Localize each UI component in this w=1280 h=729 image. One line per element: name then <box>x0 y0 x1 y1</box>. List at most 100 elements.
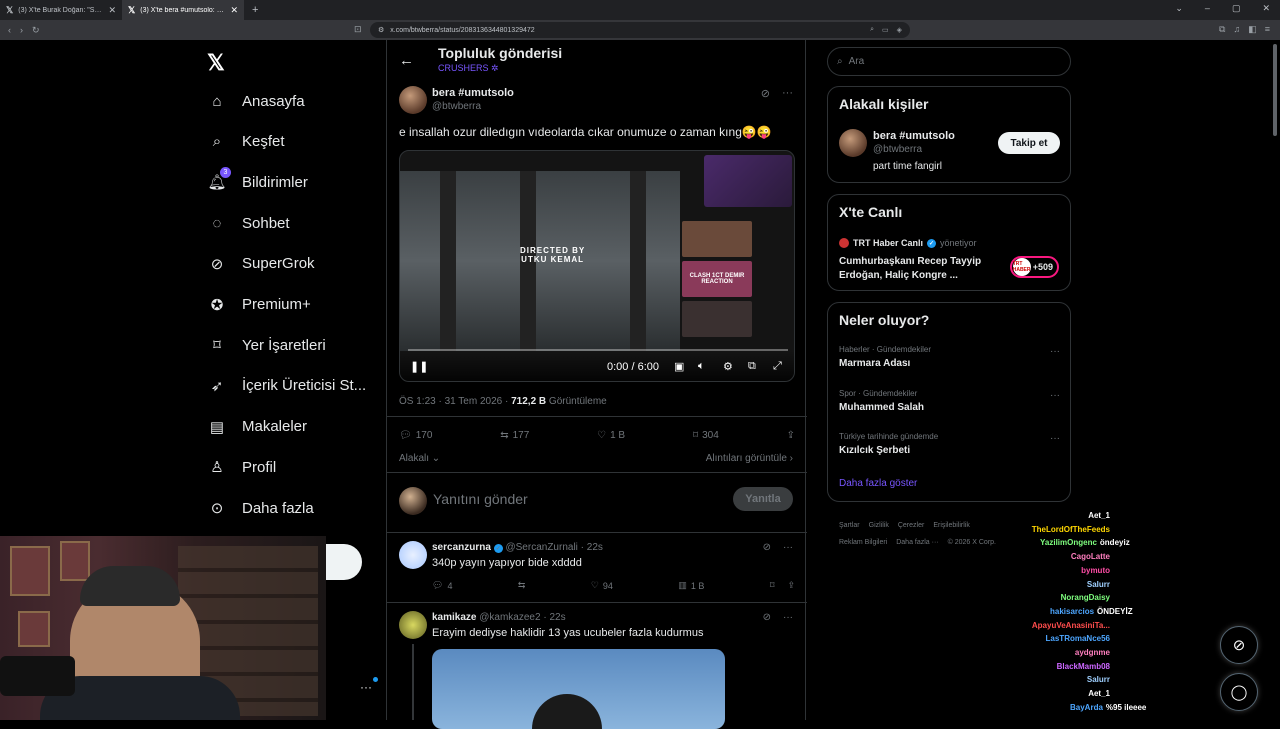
bookmark-page-icon[interactable]: ⊡ <box>354 24 362 35</box>
trend-name[interactable]: Kızılcık Şerbeti <box>839 445 910 456</box>
footer-link[interactable]: © 2026 X Corp. <box>948 539 996 546</box>
more-icon[interactable]: ··· <box>782 87 793 100</box>
nav-item-supergrok[interactable]: ⊘ SuperGrok <box>207 254 315 274</box>
grok-fab[interactable]: ⊘ <box>1220 626 1258 664</box>
more-options-icon[interactable]: ··· <box>360 677 378 694</box>
more-icon[interactable]: ··· <box>783 612 793 623</box>
share-icon[interactable]: ⇪ <box>787 580 795 591</box>
video-player[interactable]: DIRECTED BY UTKU KEMAL CLASH 1CT DEMIR R… <box>399 150 795 382</box>
nav-item-anasayfa[interactable]: ⌂ Anasayfa <box>207 91 304 111</box>
more-icon[interactable]: ··· <box>1050 346 1060 357</box>
avatar[interactable] <box>399 611 427 639</box>
nav-item-yer-i-şaretleri[interactable]: ⌑ Yer İşaretleri <box>207 335 326 355</box>
trend-name[interactable]: Marmara Adası <box>839 358 910 369</box>
live-headline[interactable]: Cumhurbaşkanı Recep Tayyip Erdoğan, Hali… <box>839 255 999 283</box>
post-button[interactable] <box>326 544 362 580</box>
reply-author[interactable]: kamikaze @kamkazee2 · 22s <box>432 612 566 623</box>
community-link[interactable]: CRUSHERS ✲ <box>438 63 499 74</box>
live-host[interactable]: TRT Haber Canlı ✓ yönetiyor <box>839 238 977 248</box>
show-more-link[interactable]: Daha fazla göster <box>839 478 917 489</box>
reply-button[interactable]: 💬︎ 4 <box>432 580 452 591</box>
nav-item-daha-fazla[interactable]: ⊙ Daha fazla <box>207 498 314 518</box>
nav-item-keşfet[interactable]: ⌕ Keşfet <box>207 132 285 152</box>
more-icon[interactable]: ··· <box>1050 433 1060 444</box>
pause-icon[interactable]: ❚❚ <box>410 360 428 373</box>
trend-name[interactable]: Muhammed Salah <box>839 402 924 413</box>
footer-link[interactable]: Reklam Bilgileri <box>839 539 887 546</box>
post-author-name[interactable]: bera #umutsolo <box>432 87 514 99</box>
menu-icon[interactable]: ≡ <box>1265 24 1270 35</box>
post-author-handle[interactable]: @btwberra <box>432 101 481 112</box>
follow-button[interactable]: Takip et <box>998 132 1060 154</box>
cast-icon[interactable]: ▭ <box>882 26 889 34</box>
site-info-icon[interactable]: ⚙ <box>378 26 384 34</box>
more-icon[interactable]: ··· <box>1050 390 1060 401</box>
grok-icon[interactable]: ⊘ <box>763 542 771 553</box>
search-input[interactable]: ⌕ Ara <box>827 47 1071 76</box>
post-timestamp[interactable]: ÖS 1:23 · 31 Tem 2026 · <box>399 396 511 407</box>
maximize-icon[interactable]: ▢ <box>1232 3 1241 14</box>
captions-icon[interactable]: ▣ <box>674 360 684 373</box>
close-window-icon[interactable]: ✕ <box>1262 3 1270 14</box>
footer-link[interactable]: Şartlar <box>839 522 860 529</box>
new-tab-icon[interactable]: + <box>244 4 266 16</box>
repost-button[interactable]: ⇆ 177 <box>500 430 529 441</box>
sidebar-icon[interactable]: ◧ <box>1248 24 1257 35</box>
video-progress-bar[interactable] <box>408 349 788 351</box>
zoom-icon[interactable]: ⌕ <box>870 26 874 34</box>
back-arrow-icon[interactable]: ‹ <box>8 25 11 36</box>
footer-link[interactable]: Daha fazla ··· <box>896 539 938 546</box>
reply-input[interactable]: Yanıtını gönder <box>433 491 528 507</box>
x-logo-icon[interactable]: 𝕏 <box>207 50 225 76</box>
settings-icon[interactable]: ⚙ <box>723 360 733 373</box>
url-bar[interactable]: ⚙ x.com/btwberra/status/2083136344801329… <box>370 22 910 38</box>
footer-link[interactable]: Gizlilik <box>869 522 889 529</box>
person-name[interactable]: bera #umutsolo <box>873 130 955 142</box>
back-arrow-icon[interactable]: ← <box>399 52 414 69</box>
footer-link[interactable]: Çerezler <box>898 522 924 529</box>
messages-fab[interactable]: ◯ <box>1220 673 1258 711</box>
repost-button[interactable]: ⇆ <box>518 580 526 591</box>
nav-item-sohbet[interactable]: ◌ Sohbet <box>207 213 290 233</box>
forward-arrow-icon[interactable]: › <box>20 25 23 36</box>
nav-item-bildirimler[interactable]: 🔔︎ 3 Bildirimler <box>207 167 308 192</box>
share-button[interactable]: ⇪ <box>787 430 795 441</box>
live-listener-count[interactable]: TRT HABER +509 <box>1009 256 1059 278</box>
reply-button[interactable]: 💬︎ 170 <box>399 430 432 441</box>
nav-item-makaleler[interactable]: ▤ Makaleler <box>207 417 307 437</box>
bookmark-button[interactable]: ⌑ 304 <box>693 430 719 441</box>
volume-icon[interactable]: 🔈︎ <box>698 360 705 373</box>
avatar[interactable] <box>839 129 867 157</box>
extensions-icon[interactable]: ⧉ <box>1219 24 1225 35</box>
browser-tab-2[interactable]: 𝕏 (3) X'te bera #umutsolo: "e insall... … <box>122 0 244 20</box>
scrollbar[interactable] <box>1273 44 1277 136</box>
like-button[interactable]: ♡ 94 <box>591 580 613 591</box>
avatar[interactable] <box>399 86 427 114</box>
more-icon[interactable]: ··· <box>783 542 793 553</box>
chevron-down-icon[interactable]: ⌄ <box>1175 3 1183 14</box>
close-icon[interactable]: ✕ <box>108 5 116 16</box>
nav-item-i-çerik-üreticisi-st[interactable]: ➶ İçerik Üreticisi St... <box>207 376 366 396</box>
browser-tab-1[interactable]: 𝕏 (3) X'te Burak Doğan: "SON DAKİKA... ✕ <box>0 0 122 20</box>
person-handle[interactable]: @btwberra <box>873 144 922 155</box>
nav-item-premium[interactable]: ✪ Premium+ <box>207 295 311 315</box>
brave-shield-icon[interactable]: ◈ <box>897 26 902 34</box>
reply-submit-button[interactable]: Yanıtla <box>733 487 793 511</box>
fullscreen-icon[interactable]: ⤢ <box>773 360 782 373</box>
reload-icon[interactable]: ↻ <box>32 25 40 36</box>
bookmark-button[interactable]: ⌑ ⇪ <box>770 580 795 591</box>
pip-icon[interactable]: ⧉ <box>748 360 756 373</box>
grok-icon[interactable]: ⊘ <box>763 612 771 623</box>
view-quotes-link[interactable]: Alıntıları görüntüle › <box>706 453 793 464</box>
reply-author[interactable]: sercanzurna ✓ @SercanZurnali · 22s <box>432 542 603 553</box>
close-icon[interactable]: ✕ <box>230 5 238 16</box>
views-button[interactable]: ▥ 1 B <box>678 580 704 591</box>
avatar[interactable] <box>399 541 427 569</box>
reply-image[interactable] <box>432 649 725 729</box>
minimize-icon[interactable]: – <box>1205 3 1210 14</box>
media-icon[interactable]: ♫ <box>1233 24 1240 35</box>
sort-relevant-dropdown[interactable]: Alakalı ⌄ <box>399 453 440 464</box>
nav-item-profil[interactable]: ♙ Profil <box>207 457 276 477</box>
like-button[interactable]: ♡ 1 B <box>597 430 625 441</box>
grok-icon[interactable]: ⊘ <box>761 87 770 100</box>
